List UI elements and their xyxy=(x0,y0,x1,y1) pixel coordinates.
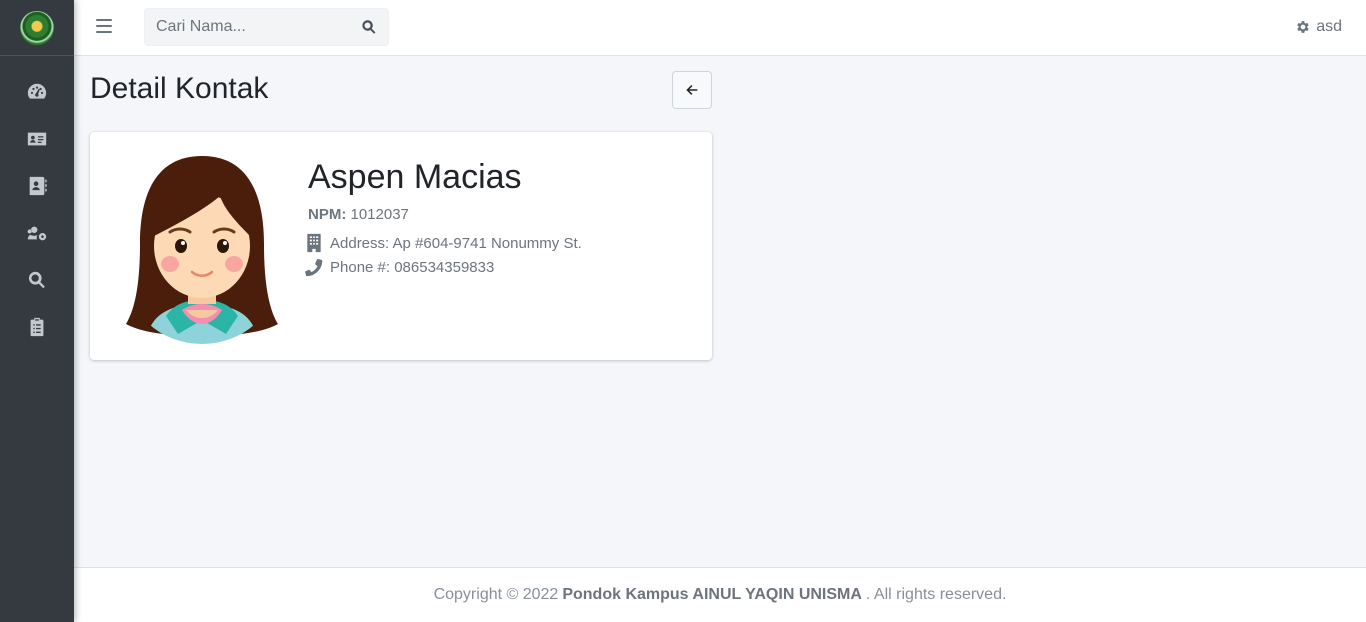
npm-label: NPM: xyxy=(308,206,347,223)
contact-info: Aspen Macias NPM: 1012037 Address: Ap #6… xyxy=(304,158,582,279)
search-icon xyxy=(362,20,376,34)
gear-icon xyxy=(1297,21,1309,33)
user-name: asd xyxy=(1316,18,1342,35)
footer-copyright: Copyright © 2022 xyxy=(433,586,559,603)
npm-line: NPM: 1012037 xyxy=(308,206,582,223)
users-cog-icon xyxy=(27,226,47,240)
search-icon xyxy=(28,271,45,288)
menu-toggle-icon[interactable] xyxy=(96,19,112,35)
sidebar-item-reports[interactable] xyxy=(0,303,74,350)
phone-line: Phone #: 086534359833 xyxy=(304,255,582,279)
address-book-icon xyxy=(29,176,47,195)
phone-icon xyxy=(304,258,323,277)
page-title: Detail Kontak xyxy=(90,72,269,105)
main-sidebar xyxy=(0,0,74,622)
clipboard-list-icon xyxy=(30,317,44,336)
back-button[interactable] xyxy=(672,71,712,109)
sidebar-nav xyxy=(0,56,74,350)
address-text: Address: Ap #604-9741 Nonummy St. xyxy=(330,234,582,252)
avatar xyxy=(126,156,278,344)
contact-card: Aspen Macias NPM: 1012037 Address: Ap #6… xyxy=(90,132,712,360)
user-menu[interactable]: asd xyxy=(1295,18,1342,36)
phone-text: Phone #: 086534359833 xyxy=(330,258,495,276)
brand-logo xyxy=(20,10,54,45)
footer-rights: . All rights reserved. xyxy=(865,586,1007,603)
content-wrapper: Detail Kontak Aspen Macias NPM: 1012037 … xyxy=(74,56,1366,567)
address-line: Address: Ap #604-9741 Nonummy St. xyxy=(304,231,582,255)
footer-org-link[interactable]: Pondok Kampus AINUL YAQIN UNISMA xyxy=(562,586,862,604)
main-footer: Copyright © 2022 Pondok Kampus AINUL YAQ… xyxy=(74,567,1366,622)
top-navbar: asd xyxy=(74,0,1366,56)
search-input[interactable] xyxy=(145,9,345,45)
contact-name: Aspen Macias xyxy=(308,158,522,196)
search-box xyxy=(144,8,389,46)
sidebar-item-users[interactable] xyxy=(0,209,74,256)
id-card-icon xyxy=(27,132,47,145)
dashboard-gauge-icon xyxy=(27,83,47,99)
sidebar-item-dashboard[interactable] xyxy=(0,68,74,115)
npm-value: 1012037 xyxy=(350,206,409,223)
brand-link[interactable] xyxy=(0,0,74,56)
search-button[interactable] xyxy=(360,18,378,36)
building-icon xyxy=(307,233,321,253)
sidebar-item-contacts[interactable] xyxy=(0,162,74,209)
arrow-left-icon xyxy=(686,85,698,95)
sidebar-item-id-card[interactable] xyxy=(0,115,74,162)
sidebar-item-search[interactable] xyxy=(0,256,74,303)
